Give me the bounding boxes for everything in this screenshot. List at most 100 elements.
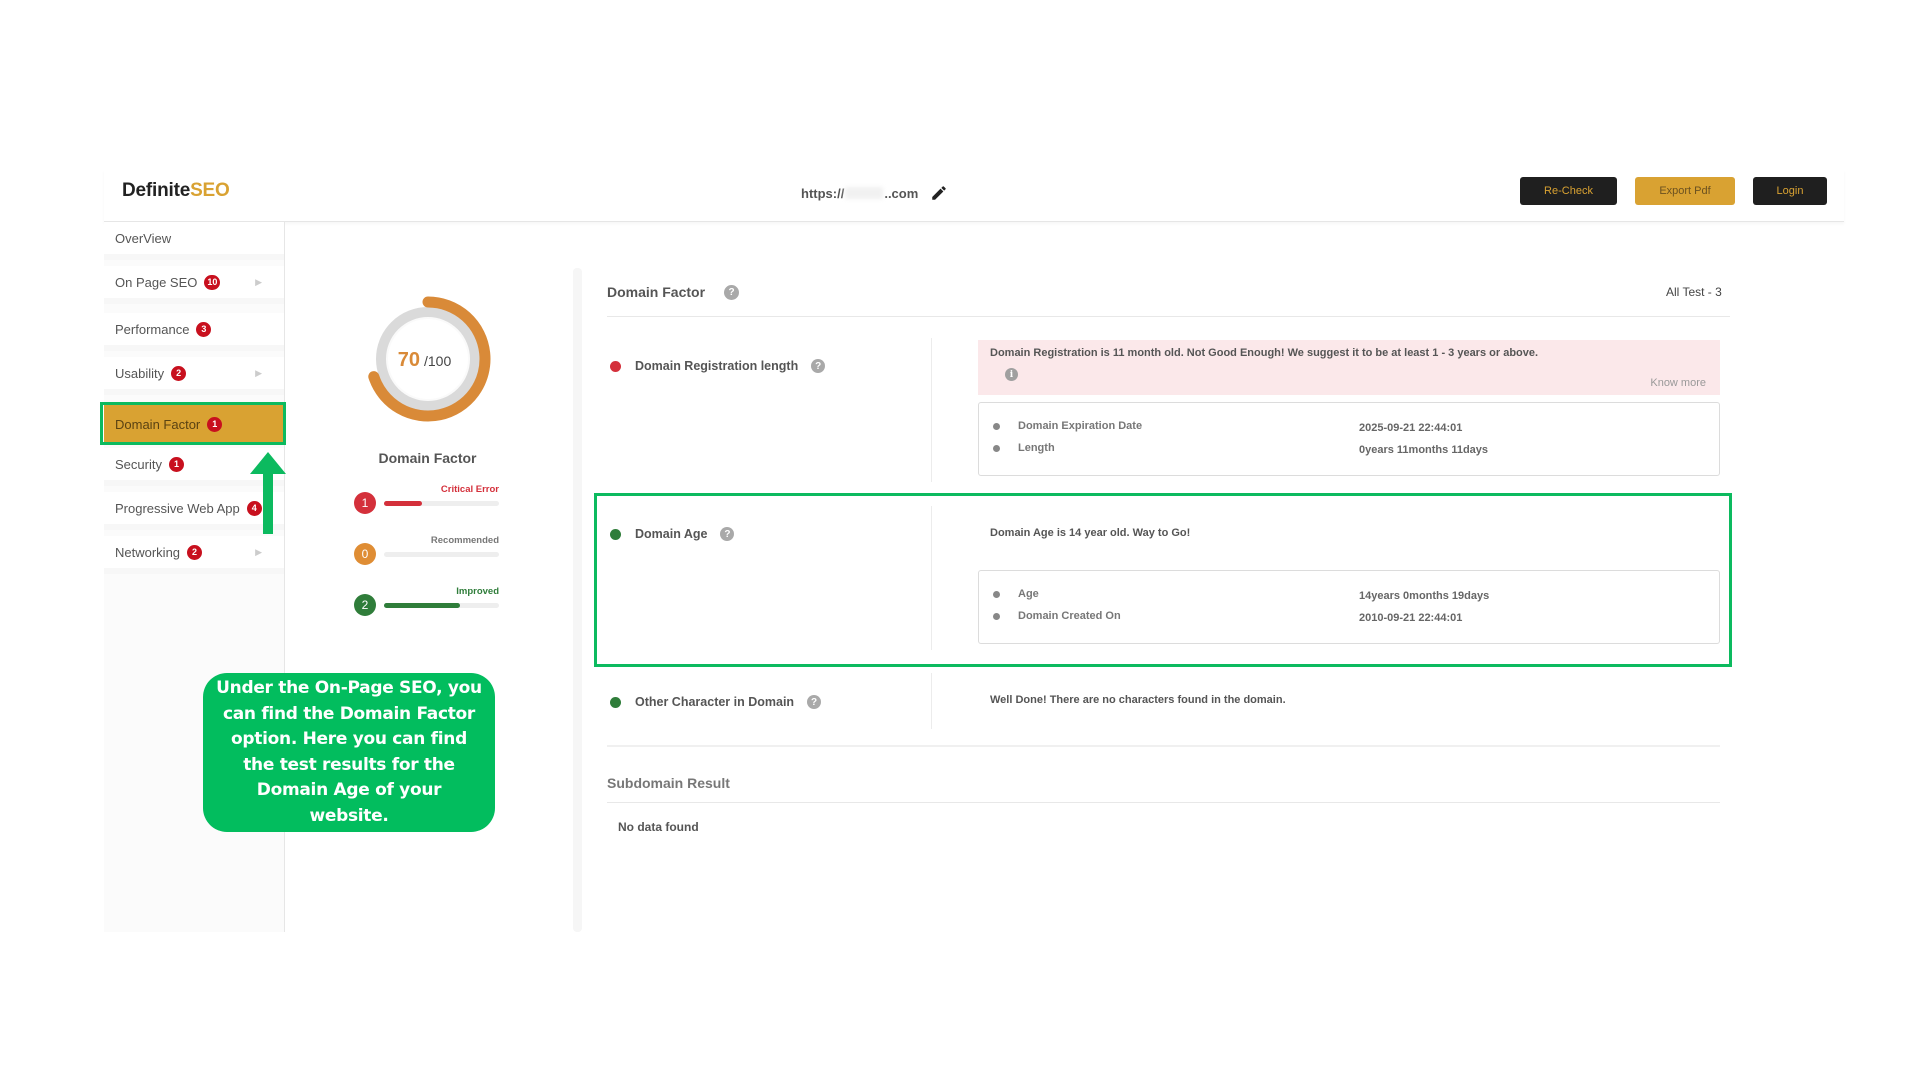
bullet-icon (993, 612, 1000, 620)
detail-row: Age 14years 0months 19days (993, 588, 1713, 602)
test-other-character: Other Character in Domain ? (610, 695, 822, 709)
count-badge: 2 (171, 365, 187, 381)
help-icon[interactable]: ? (720, 527, 735, 541)
recheck-button[interactable]: Re-Check (1520, 177, 1617, 205)
score-gauge: 70 /100 (368, 296, 491, 422)
sidebar-item-label: Networking (115, 544, 181, 560)
know-more-link[interactable]: Know more (1650, 377, 1706, 389)
count-badge: 2 (187, 544, 203, 560)
stat-bar-track (384, 552, 499, 557)
sidebar-item-performance[interactable]: Performance 3 (104, 313, 284, 351)
detail-row: Length 0years 11months 11days (993, 442, 1713, 456)
bullet-icon (993, 444, 1000, 452)
help-icon[interactable]: ? (807, 695, 822, 709)
subdomain-empty-message: No data found (618, 820, 699, 834)
divider (607, 745, 1720, 747)
column-separator (931, 673, 932, 729)
highlight-box-domain-factor (100, 402, 286, 445)
status-dot-error (610, 360, 621, 372)
bullet-icon (993, 422, 1000, 430)
all-test-count: All Test - 3 (1666, 285, 1722, 299)
logo-text: Definite (122, 180, 191, 201)
help-icon[interactable]: ? (811, 359, 826, 373)
url-blurred-domain (845, 187, 884, 199)
detail-value: 2010-09-21 22:44:01 (1359, 612, 1463, 624)
test-domain-age: Domain Age ? (610, 527, 735, 541)
chevron-right-icon: ▶ (255, 276, 262, 287)
detail-row: Domain Expiration Date 2025-09-21 22:44:0… (993, 420, 1713, 434)
stat-recommended: 0 Recommended (354, 535, 499, 565)
arrow-up-icon (250, 452, 286, 534)
sidebar-item-label: Security (115, 456, 162, 472)
count-badge: 3 (196, 321, 212, 337)
stat-bar-fill (384, 603, 460, 608)
score-title: Domain Factor (378, 450, 477, 466)
divider (607, 316, 1730, 317)
url-suffix: ..com (884, 185, 919, 201)
logo-accent-text: SEO (190, 180, 230, 201)
test-message: Domain Age is 14 year old. Way to Go! (990, 527, 1191, 539)
detail-label: Length (1018, 442, 1055, 454)
column-separator (931, 338, 932, 482)
chevron-right-icon: ▶ (255, 367, 262, 378)
alert-message: Domain Registration is 11 month old. Not… (990, 347, 1539, 359)
stat-bar-track (384, 603, 499, 608)
stat-critical-error: 1 Critical Error (354, 484, 499, 514)
status-dot-pass (610, 528, 621, 540)
stat-improved: 2 Improved (354, 586, 499, 616)
alert-registration-length: Domain Registration is 11 month old. Not… (978, 340, 1720, 395)
panel-title-text: Domain Factor (607, 284, 706, 300)
stat-label: Recommended (430, 535, 499, 546)
status-dot-pass (610, 696, 621, 708)
chevron-right-icon: ▶ (255, 546, 262, 557)
test-name-text: Other Character in Domain (635, 695, 795, 709)
details-registration-length: Domain Expiration Date 2025-09-21 22:44:0… (978, 402, 1720, 476)
url-display: https:// ..com (801, 184, 948, 202)
stat-label: Critical Error (440, 484, 499, 495)
stat-label: Improved (456, 586, 499, 597)
sidebar-item-networking[interactable]: Networking 2 ▶ (104, 536, 284, 574)
login-button[interactable]: Login (1753, 177, 1827, 205)
logo[interactable]: DefiniteSEO (122, 180, 230, 202)
stat-count-badge: 0 (354, 543, 376, 565)
score-value: 70 (398, 349, 420, 371)
detail-value: 14years 0months 19days (1359, 590, 1490, 602)
sidebar-item-on-page-seo[interactable]: On Page SEO 10 ▶ (104, 266, 284, 304)
url-prefix: https:// (801, 185, 845, 201)
subdomain-title: Subdomain Result (607, 775, 730, 791)
count-badge: 10 (204, 274, 221, 290)
detail-label: Domain Expiration Date (1018, 420, 1143, 432)
sidebar-item-label: Progressive Web App (115, 500, 240, 516)
info-icon[interactable]: i (1005, 368, 1018, 381)
sidebar-item-usability[interactable]: Usability 2 ▶ (104, 357, 284, 395)
test-domain-registration-length: Domain Registration length ? (610, 359, 826, 373)
details-domain-age: Age 14years 0months 19days Domain Created… (978, 570, 1720, 644)
panel-title: Domain Factor? (607, 284, 740, 300)
help-icon[interactable]: ? (724, 284, 740, 300)
sidebar-item-label: On Page SEO (115, 274, 198, 290)
divider (607, 802, 1720, 803)
stat-bar-track (384, 501, 499, 506)
detail-label: Domain Created On (1018, 610, 1121, 622)
bullet-icon (993, 590, 1000, 598)
test-name-text: Domain Age (635, 527, 708, 541)
export-pdf-button[interactable]: Export Pdf (1635, 177, 1735, 205)
sidebar-item-label: Usability (115, 365, 165, 381)
detail-label: Age (1018, 588, 1039, 600)
stat-count-badge: 2 (354, 594, 376, 616)
tutorial-callout: Under the On-Page SEO, you can find the … (203, 673, 495, 832)
column-separator (931, 506, 932, 650)
detail-value: 0years 11months 11days (1359, 444, 1489, 456)
stat-bar-fill (384, 501, 422, 506)
sidebar-item-label: Performance (115, 321, 190, 337)
pencil-edit-icon[interactable] (930, 184, 948, 202)
test-message: Well Done! There are no characters found… (990, 694, 1286, 706)
detail-row: Domain Created On 2010-09-21 22:44:01 (993, 610, 1713, 624)
score-max: /100 (424, 353, 451, 369)
count-badge: 1 (168, 456, 184, 472)
scrollbar-track[interactable] (573, 268, 582, 932)
sidebar-item-overview[interactable]: OverView (104, 222, 284, 260)
stat-count-badge: 1 (354, 492, 376, 514)
detail-value: 2025-09-21 22:44:01 (1359, 422, 1463, 434)
test-name-text: Domain Registration length (635, 359, 799, 373)
